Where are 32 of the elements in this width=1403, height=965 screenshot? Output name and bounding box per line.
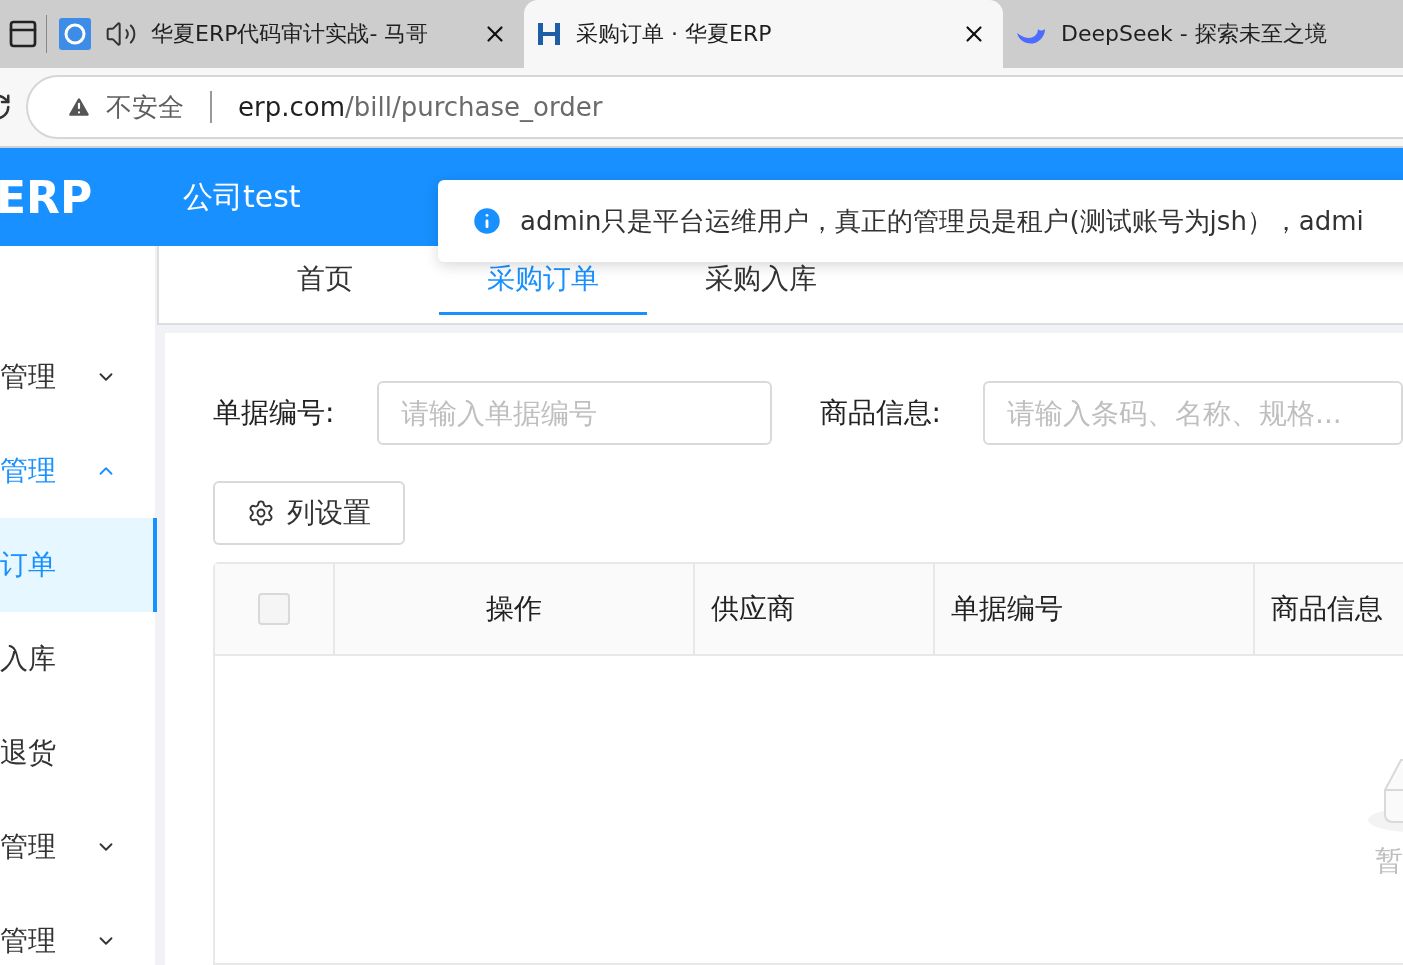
app-favicon-icon [59, 18, 91, 50]
column-header: 操作 [335, 564, 695, 654]
column-settings-button[interactable]: 列设置 [213, 481, 405, 545]
tab-title: 采购订单 · 华夏ERP [576, 20, 773, 48]
notification-text: admin只是平台运维用户，真正的管理员是租户(测试账号为jsh），admi [520, 204, 1364, 238]
filter-field[interactable]: 请输入单据编号 [376, 381, 772, 445]
menu-group[interactable]: 管理 [0, 800, 157, 894]
page-tab[interactable]: 首页 [211, 246, 439, 315]
url-text: erp.com/bill/purchase_order [238, 92, 603, 122]
settings-icon [247, 499, 275, 527]
company-name: 公司test [183, 177, 301, 216]
menu-group[interactable]: 管理 [0, 894, 157, 965]
logo-text: ERP [0, 171, 94, 223]
select-all-checkbox[interactable] [258, 593, 290, 625]
column-header: 单据编号 [935, 564, 1255, 654]
filter-label: 商品信息: [819, 395, 942, 431]
browser-tab[interactable]: 华夏ERP代码审计实战- 马哥 [47, 0, 524, 68]
security-label[interactable]: 不安全 [106, 89, 184, 125]
h-logo-icon [536, 21, 562, 47]
column-header: 供应商 [695, 564, 935, 654]
menu-group[interactable]: 管理 [0, 330, 157, 424]
column-header: 商品信息 [1255, 564, 1403, 654]
tab-title: DeepSeek - 探索未至之境 [1061, 20, 1328, 48]
filter-label: 单据编号: [213, 395, 336, 431]
address-bar[interactable]: 不安全 erp.com/bill/purchase_order [26, 75, 1403, 139]
browser-tab[interactable]: DeepSeek - 探索未至之境 [1003, 0, 1403, 68]
menu-item[interactable]: 入库 [0, 612, 157, 706]
browser-tab[interactable]: 采购订单 · 华夏ERP [524, 0, 1003, 68]
filter-field[interactable]: 请输入条码、名称、规格... [983, 381, 1403, 445]
tab-title: 华夏ERP代码审计实战- 马哥 [151, 20, 430, 48]
empty-text: 暂 [1375, 843, 1403, 879]
menu-item[interactable]: 退货 [0, 706, 157, 800]
